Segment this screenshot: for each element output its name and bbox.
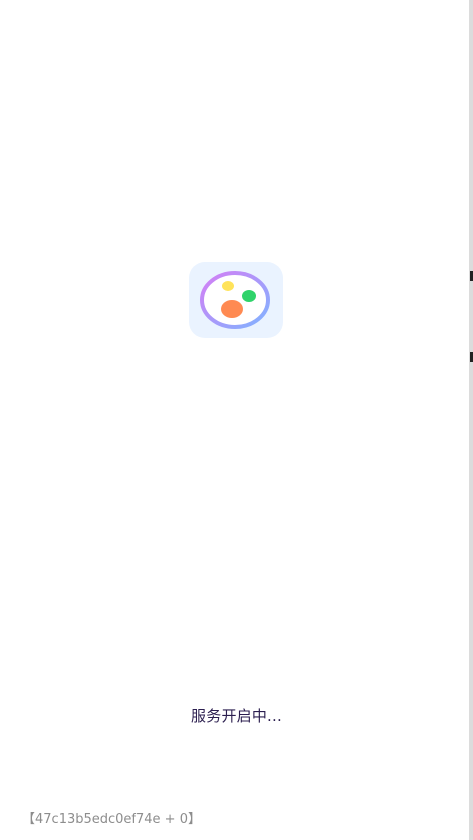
logo-dot-yellow (222, 281, 234, 291)
app-logo-icon (189, 262, 283, 338)
logo-dot-orange (221, 300, 243, 318)
build-id-label: 【47c13b5edc0ef74e + 0】 (22, 812, 201, 827)
service-starting-text: 服务开启中... (191, 707, 282, 725)
splash-screen: 服务开启中... 【47c13b5edc0ef74e + 0】 (0, 0, 473, 840)
logo-ring (200, 271, 270, 329)
app-logo-svg (200, 271, 270, 329)
logo-dot-green (242, 290, 256, 302)
